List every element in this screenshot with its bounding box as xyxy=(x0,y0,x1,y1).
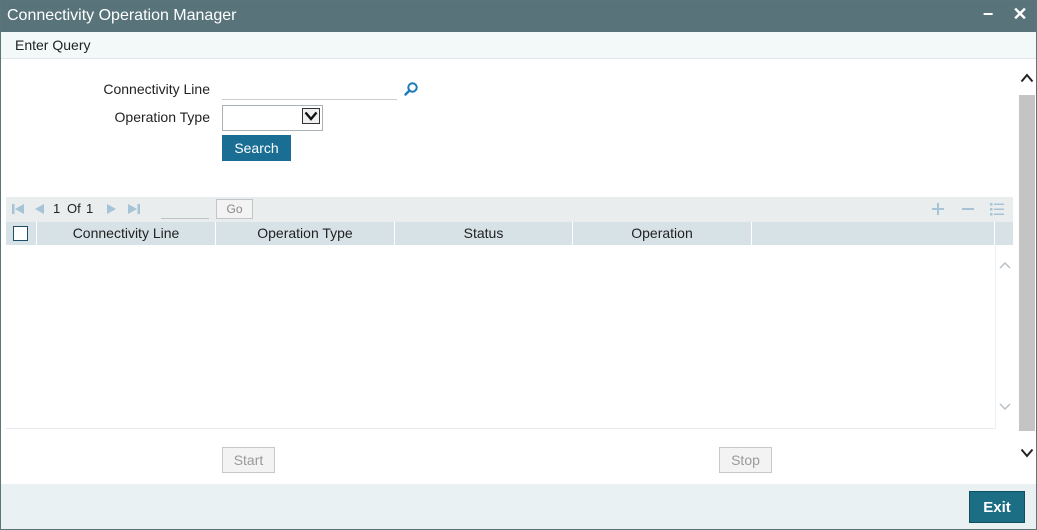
menu-bar: Enter Query xyxy=(1,32,1036,59)
connectivity-line-label: Connectivity Line xyxy=(103,81,210,97)
grid-header: Connectivity Line Operation Type Status … xyxy=(6,222,1013,245)
connectivity-line-input[interactable] xyxy=(222,80,397,100)
last-page-icon[interactable] xyxy=(127,202,141,216)
select-all-checkbox[interactable] xyxy=(13,226,28,241)
next-page-icon[interactable] xyxy=(105,202,119,216)
search-button[interactable]: Search xyxy=(222,135,291,161)
scroll-down-icon[interactable] xyxy=(1020,448,1034,458)
search-icon[interactable] xyxy=(403,81,419,97)
footer-bar: Exit xyxy=(1,484,1036,529)
column-header-operation[interactable]: Operation xyxy=(573,222,752,245)
page-number-input[interactable] xyxy=(161,199,209,219)
column-header-operation-type[interactable]: Operation Type xyxy=(216,222,395,245)
scrollbar-thumb[interactable] xyxy=(1019,95,1035,431)
grid-body xyxy=(6,245,1013,429)
pager-total-pages: 1 xyxy=(86,201,94,216)
title-bar: Connectivity Operation Manager − ✕ xyxy=(1,1,1036,32)
operation-type-select[interactable] xyxy=(222,105,323,131)
minimize-button[interactable]: − xyxy=(977,4,999,28)
scroll-down-icon[interactable] xyxy=(999,403,1011,411)
grid-scrollbar[interactable] xyxy=(995,245,1013,429)
exit-button[interactable]: Exit xyxy=(969,491,1025,523)
column-header-connectivity-line[interactable]: Connectivity Line xyxy=(37,222,216,245)
scroll-up-icon[interactable] xyxy=(999,261,1011,269)
column-settings-icon[interactable] xyxy=(988,200,1006,218)
previous-page-icon[interactable] xyxy=(32,202,46,216)
scroll-up-icon[interactable] xyxy=(1020,73,1034,83)
start-button[interactable]: Start xyxy=(222,447,275,473)
chevron-down-icon[interactable] xyxy=(302,108,320,124)
main-scrollbar[interactable] xyxy=(1018,59,1036,470)
connectivity-operation-manager-window: Connectivity Operation Manager − ✕ Enter… xyxy=(0,0,1037,530)
select-all-column xyxy=(6,222,37,245)
close-button[interactable]: ✕ xyxy=(1009,4,1031,28)
go-button[interactable]: Go xyxy=(216,199,253,219)
stop-button[interactable]: Stop xyxy=(719,447,772,473)
enter-query-menu-item[interactable]: Enter Query xyxy=(15,37,90,53)
pager-of-label: Of xyxy=(67,201,81,216)
remove-row-icon[interactable] xyxy=(959,200,977,218)
pager-current-page: 1 xyxy=(53,201,61,216)
add-row-icon[interactable] xyxy=(929,200,947,218)
grid-toolbar: 1 Of 1 Go xyxy=(6,197,1013,222)
column-header-status[interactable]: Status xyxy=(395,222,573,245)
first-page-icon[interactable] xyxy=(11,202,25,216)
window-title: Connectivity Operation Manager xyxy=(7,7,237,24)
operation-type-label: Operation Type xyxy=(114,109,210,125)
column-header-filler xyxy=(752,222,995,245)
